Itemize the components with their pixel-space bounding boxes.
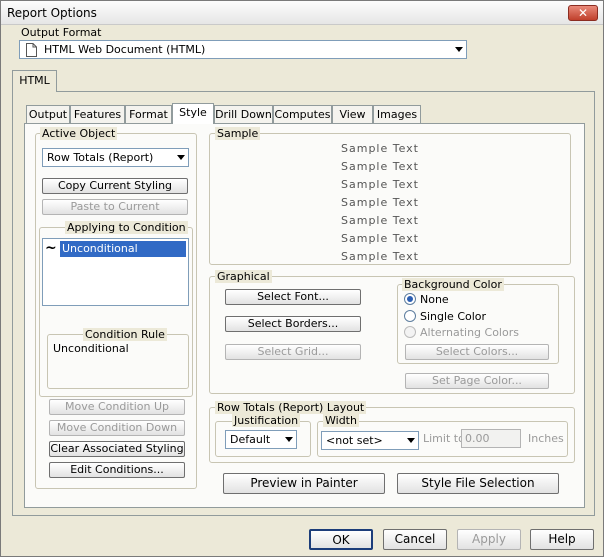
sample-text-1: Sample Text [341,142,419,155]
move-condition-down-button[interactable]: Move Condition Down [49,420,185,436]
tab-output[interactable]: Output [26,105,70,124]
move-condition-up-button[interactable]: Move Condition Up [49,399,185,415]
tab-style[interactable]: Style [172,103,214,124]
cancel-button[interactable]: Cancel [383,529,447,550]
active-object-value: Row Totals (Report) [47,151,154,164]
chevron-down-icon [177,155,185,160]
bg-alternating-colors-label: Alternating Colors [420,326,519,339]
close-button[interactable]: ✕ [568,5,598,21]
tab-features-label: Features [73,108,122,121]
condition-rule-label: Condition Rule [83,328,167,341]
bg-alternating-colors-radio[interactable] [404,326,416,338]
chevron-down-icon [285,437,293,442]
tab-drill-down-label: Drill Down [215,108,272,121]
document-icon [26,43,37,57]
sample-text-5: Sample Text [341,214,419,227]
list-item[interactable]: ~ Unconditional [45,240,186,257]
tab-features[interactable]: Features [70,105,125,124]
condition-item-label: Unconditional [60,241,186,257]
sample-text-7: Sample Text [341,250,419,263]
edit-conditions-button[interactable]: Edit Conditions... [49,462,185,478]
report-options-dialog: Report Options ✕ Output Format HTML Web … [0,0,604,557]
justification-label: Justification [232,414,301,427]
clear-associated-styling-button[interactable]: Clear Associated Styling [49,441,185,457]
style-file-selection-button[interactable]: Style File Selection [397,473,559,494]
select-colors-button[interactable]: Select Colors... [405,344,549,360]
bg-none-label: None [420,293,449,306]
tab-style-label: Style [179,106,207,119]
condition-list[interactable]: ~ Unconditional [42,238,189,306]
bg-single-color-radio[interactable] [404,310,416,322]
output-format-label: Output Format [21,26,102,39]
tab-output-label: Output [28,108,68,121]
limit-to-input[interactable]: 0.00 [461,429,521,448]
sample-text-6: Sample Text [341,232,419,245]
paste-to-current-button[interactable]: Paste to Current [42,199,188,215]
select-font-button[interactable]: Select Font... [225,289,361,305]
chevron-down-icon [455,47,463,52]
chevron-down-icon [407,438,415,443]
tab-html[interactable]: HTML [12,70,57,92]
tilde-icon: ~ [45,240,57,256]
tab-html-label: HTML [19,74,50,87]
tab-view-label: View [339,108,366,121]
select-grid-button[interactable]: Select Grid... [225,344,361,360]
apply-button[interactable]: Apply [457,529,521,550]
tab-drill-down[interactable]: Drill Down [214,105,273,124]
condition-rule-text: Unconditional [53,342,129,355]
sample-text-3: Sample Text [341,178,419,191]
bg-single-color-label: Single Color [420,310,487,323]
tab-computes[interactable]: Computes [273,105,332,124]
width-label: Width [323,414,359,427]
justification-select[interactable]: Default [225,430,297,449]
output-format-select[interactable]: HTML Web Document (HTML) [19,40,467,59]
tab-format-label: Format [129,108,168,121]
width-select[interactable]: <not set> [321,431,419,450]
preview-in-painter-button[interactable]: Preview in Painter [223,473,385,494]
limit-to-label: Limit to [423,432,465,445]
inches-label: Inches [528,432,564,445]
output-format-value: HTML Web Document (HTML) [44,43,206,56]
tab-images[interactable]: Images [373,105,421,124]
select-borders-button[interactable]: Select Borders... [225,316,361,332]
window-title: Report Options [7,6,97,20]
set-page-color-button[interactable]: Set Page Color... [405,373,549,389]
tab-images-label: Images [376,108,418,121]
justification-value: Default [230,433,271,446]
help-button[interactable]: Help [530,529,594,550]
tab-computes-label: Computes [274,108,331,121]
applying-condition-label: Applying to Condition [65,221,188,234]
tab-format[interactable]: Format [125,105,172,124]
sample-label: Sample [215,127,261,140]
ok-button[interactable]: OK [309,529,373,550]
limit-to-value: 0.00 [465,432,490,445]
width-value: <not set> [326,434,383,447]
sample-text-4: Sample Text [341,196,419,209]
bg-none-radio[interactable] [404,293,416,305]
sample-text-2: Sample Text [341,160,419,173]
close-icon: ✕ [577,6,589,20]
tab-view[interactable]: View [332,105,373,124]
copy-current-styling-button[interactable]: Copy Current Styling [42,178,188,194]
graphical-label: Graphical [215,270,272,283]
active-object-select[interactable]: Row Totals (Report) [42,148,189,167]
layout-label: Row Totals (Report) Layout [215,401,367,414]
active-object-label: Active Object [40,127,118,140]
title-bar[interactable]: Report Options ✕ [1,1,603,25]
background-color-label: Background Color [402,278,504,291]
